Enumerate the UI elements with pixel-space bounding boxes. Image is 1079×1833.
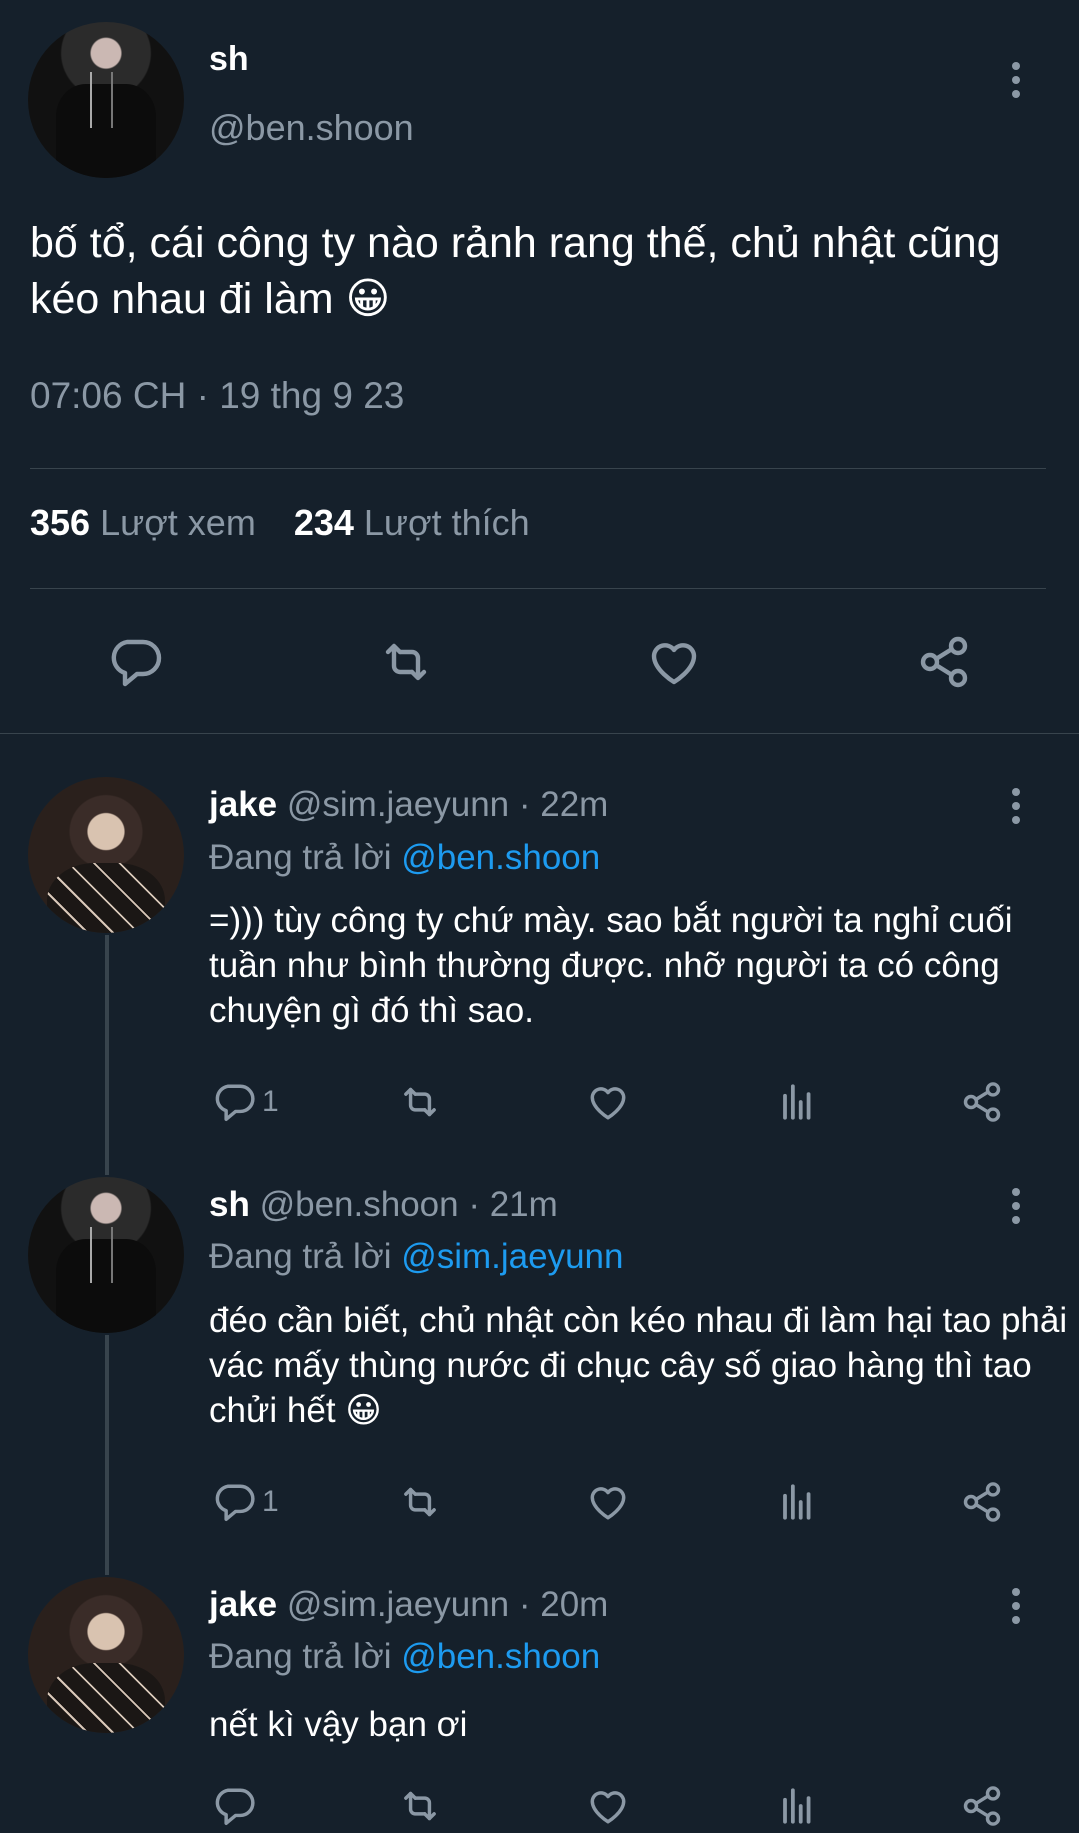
reply-button[interactable] (212, 1782, 262, 1830)
mention-link[interactable]: @ben.shoon (401, 1637, 600, 1676)
more-vertical-icon[interactable] (1009, 782, 1023, 830)
replying-to-label: Đang trả lời (209, 1637, 392, 1676)
likes-count[interactable]: 234 (294, 502, 354, 543)
user-handle[interactable]: @ben.shoon (209, 107, 414, 149)
replying-to: Đang trả lời @ben.shoon (209, 838, 600, 878)
avatar[interactable] (28, 777, 184, 933)
reply-count: 1 (262, 1485, 279, 1518)
reply-count: 1 (262, 1085, 279, 1118)
replying-to-label: Đang trả lời (209, 838, 392, 877)
reply-header: jake @sim.jaeyunn · 20m (209, 1585, 608, 1625)
tweet-text: bố tổ, cái công ty nào rảnh rang thế, ch… (30, 219, 1001, 323)
reply-button[interactable]: 1 (212, 1078, 279, 1126)
share-button[interactable] (960, 1782, 1004, 1830)
share-icon[interactable] (916, 634, 972, 690)
heart-icon[interactable] (646, 634, 702, 690)
like-button[interactable] (586, 1478, 630, 1526)
display-name[interactable]: jake (209, 1585, 277, 1624)
reply-text: nết kì vậy bạn ơi (209, 1705, 468, 1744)
retweet-icon[interactable] (378, 634, 434, 690)
analytics-icon (783, 1788, 811, 1824)
replying-to: Đang trả lời @sim.jaeyunn (209, 1237, 624, 1277)
mention-link[interactable]: @ben.shoon (401, 838, 600, 877)
retweet-icon (404, 1791, 436, 1821)
more-vertical-icon[interactable] (1009, 1182, 1023, 1230)
display-name[interactable]: sh (209, 40, 249, 79)
handle-time[interactable]: @sim.jaeyunn · 20m (287, 1585, 608, 1624)
share-button[interactable] (960, 1078, 1004, 1126)
likes-label[interactable]: Lượt thích (364, 502, 530, 543)
replying-to-label: Đang trả lời (209, 1237, 392, 1276)
analytics-button[interactable] (774, 1478, 818, 1526)
thread-line (105, 1335, 109, 1575)
tweet-stats: 356 Lượt xem 234 Lượt thích (30, 502, 568, 544)
retweet-button[interactable] (398, 1782, 442, 1830)
replying-to: Đang trả lời @ben.shoon (209, 1637, 600, 1677)
display-name[interactable]: jake (209, 785, 277, 824)
divider (30, 588, 1046, 589)
divider (0, 733, 1079, 734)
avatar[interactable] (28, 1177, 184, 1333)
reply-icon (215, 1084, 255, 1122)
analytics-button[interactable] (774, 1078, 818, 1126)
retweet-icon (404, 1087, 436, 1117)
reply-header: jake @sim.jaeyunn · 22m (209, 785, 608, 825)
views-count: 356 (30, 502, 91, 543)
views-label: Lượt xem (100, 502, 256, 543)
heart-icon (590, 1487, 626, 1520)
share-button[interactable] (960, 1478, 1004, 1526)
analytics-icon (783, 1484, 811, 1520)
like-button[interactable] (586, 1782, 630, 1830)
reply-icon (215, 1788, 255, 1826)
mention-link[interactable]: @sim.jaeyunn (401, 1237, 623, 1276)
handle-time[interactable]: @ben.shoon · 21m (260, 1185, 558, 1224)
more-vertical-icon[interactable] (1009, 56, 1023, 104)
analytics-button[interactable] (774, 1782, 818, 1830)
reply-text: đéo cần biết, chủ nhật còn kéo nhau đi l… (209, 1301, 1068, 1430)
avatar[interactable] (28, 22, 184, 178)
analytics-icon (783, 1084, 811, 1120)
share-icon (963, 1786, 1001, 1826)
thread-line (105, 935, 109, 1175)
display-name[interactable]: sh (209, 1185, 250, 1224)
retweet-button[interactable] (398, 1078, 442, 1126)
retweet-icon (404, 1487, 436, 1517)
reply-icon[interactable] (107, 634, 163, 690)
share-icon (963, 1082, 1001, 1122)
more-vertical-icon[interactable] (1009, 1582, 1023, 1630)
divider (30, 468, 1046, 469)
heart-icon (590, 1791, 626, 1824)
handle-time[interactable]: @sim.jaeyunn · 22m (287, 785, 608, 824)
reply-icon (215, 1484, 255, 1522)
tweet-timestamp: 07:06 CH · 19 thg 9 23 (30, 375, 405, 416)
heart-icon (590, 1087, 626, 1120)
like-button[interactable] (586, 1078, 630, 1126)
retweet-button[interactable] (398, 1478, 442, 1526)
reply-text: =))) tùy công ty chứ mày. sao bắt người … (209, 901, 1013, 1030)
share-icon (963, 1482, 1001, 1522)
reply-button[interactable]: 1 (212, 1478, 279, 1526)
avatar[interactable] (28, 1577, 184, 1733)
reply-header: sh @ben.shoon · 21m (209, 1185, 558, 1225)
